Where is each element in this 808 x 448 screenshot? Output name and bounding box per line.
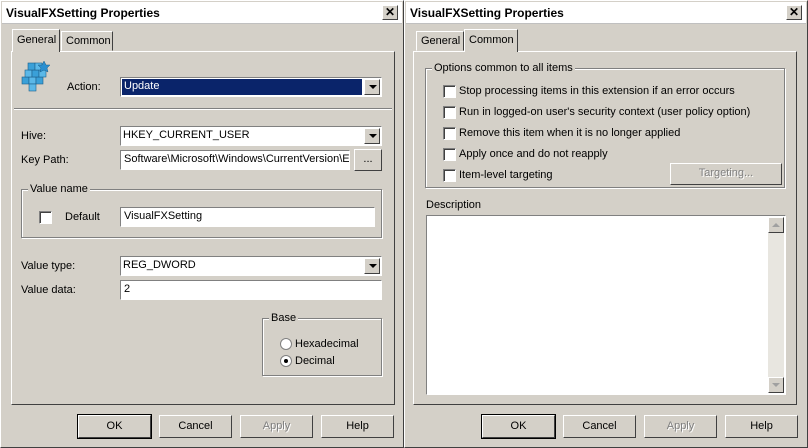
properties-window-common: VisualFXSetting Properties ✕ General Com… [404,0,808,448]
value-data-input[interactable]: 2 [120,280,382,300]
properties-window-general: VisualFXSetting Properties ✕ General Com… [0,0,404,448]
title-bar: VisualFXSetting Properties ✕ [2,2,402,24]
base-group: Base Hexadecimal Decimal [262,312,382,376]
window-title: VisualFXSetting Properties [6,6,160,20]
scrollbar[interactable] [768,217,784,393]
option-label-stop-processing: Stop processing items in this extension … [459,85,735,97]
action-value: Update [122,79,362,95]
ok-button[interactable]: OK [77,414,152,439]
targeting-button[interactable]: Targeting... [670,163,782,185]
option-checkbox-item-level-targeting[interactable] [443,169,456,182]
option-label-remove-item: Remove this item when it is no longer ap… [459,127,681,139]
chevron-down-icon[interactable] [364,258,380,274]
apply-button[interactable]: Apply [644,415,717,438]
action-label: Action: [67,81,101,93]
scroll-down-icon[interactable] [768,377,784,393]
value-name-group: Value name Default VisualFXSetting [21,183,382,238]
close-icon[interactable]: ✕ [382,5,398,20]
action-select[interactable]: Update [120,77,382,97]
chevron-down-icon[interactable] [364,79,380,95]
decimal-radio[interactable] [280,355,292,367]
cancel-button[interactable]: Cancel [159,415,232,438]
tab-general[interactable]: General [416,31,464,51]
key-path-input[interactable]: Software\Microsoft\Windows\CurrentVersio… [120,150,350,170]
key-path-label: Key Path: [21,154,69,166]
default-label: Default [65,211,100,223]
option-checkbox-stop-processing[interactable] [443,85,456,98]
hive-label: Hive: [21,130,47,142]
common-panel: Options common to all items Stop process… [413,51,797,405]
decimal-label: Decimal [295,355,335,367]
options-group-title: Options common to all items [432,62,575,74]
base-group-title: Base [269,312,299,324]
hexadecimal-label: Hexadecimal [295,338,359,350]
close-icon[interactable]: ✕ [786,5,802,20]
divider [14,108,392,110]
description-label: Description [426,199,482,211]
value-type-select[interactable]: REG_DWORD [120,256,382,276]
description-textarea[interactable] [426,215,786,395]
help-button[interactable]: Help [321,415,394,438]
hive-value: HKEY_CURRENT_USER [123,129,250,141]
tab-general[interactable]: General [12,29,60,52]
general-panel: Action: Update Hive: HKEY_CURRENT_USER K… [11,51,395,405]
cancel-button[interactable]: Cancel [563,415,636,438]
value-name-input[interactable]: VisualFXSetting [120,207,375,227]
browse-button[interactable]: ... [354,149,382,171]
hexadecimal-radio[interactable] [280,338,292,350]
option-checkbox-run-logged-on[interactable] [443,106,456,119]
chevron-down-icon[interactable] [364,128,380,144]
value-name-group-title: Value name [28,183,90,195]
option-checkbox-remove-item[interactable] [443,127,456,140]
option-checkbox-apply-once[interactable] [443,148,456,161]
default-checkbox[interactable] [39,211,52,224]
value-type-value: REG_DWORD [123,259,196,271]
help-button[interactable]: Help [725,415,798,438]
option-label-apply-once: Apply once and do not reapply [459,148,608,160]
ok-button[interactable]: OK [481,414,556,439]
registry-blocks-icon [21,60,51,92]
window-title: VisualFXSetting Properties [410,6,564,20]
option-label-run-logged-on: Run in logged-on user's security context… [459,106,751,118]
tab-common[interactable]: Common [464,29,518,52]
tab-common[interactable]: Common [61,31,113,51]
hive-select[interactable]: HKEY_CURRENT_USER [120,126,382,146]
options-group: Options common to all items Stop process… [425,62,785,188]
title-bar: VisualFXSetting Properties ✕ [406,2,806,24]
scroll-up-icon[interactable] [768,217,784,233]
value-data-label: Value data: [21,284,76,296]
apply-button[interactable]: Apply [240,415,313,438]
option-label-item-level-targeting: Item-level targeting [459,169,553,181]
value-type-label: Value type: [21,260,76,272]
